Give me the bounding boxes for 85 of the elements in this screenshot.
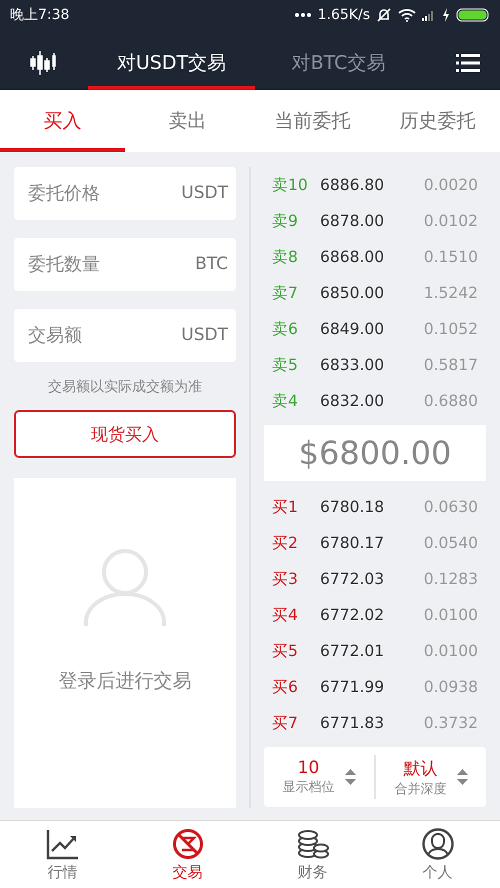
order-price: 6780.17	[320, 534, 386, 552]
chart-icon	[46, 828, 80, 860]
unit-label: USDT	[181, 325, 228, 345]
order-amount: 0.5817	[424, 356, 478, 374]
order-amount: 0.1052	[424, 320, 478, 338]
level-label: 买3	[272, 568, 299, 590]
order-price: 6772.02	[320, 606, 386, 624]
level-label: 卖6	[272, 318, 299, 340]
nav-item[interactable]: 交易	[125, 821, 250, 888]
level-label: 买5	[272, 640, 299, 662]
order-price: 6878.00	[320, 212, 386, 230]
level-label: 卖4	[272, 390, 299, 412]
selector-value: 10	[298, 758, 320, 778]
nav-item[interactable]: 个人	[375, 821, 500, 888]
clock-time: 晚上7:38	[10, 6, 70, 24]
level-label: 买1	[272, 496, 299, 518]
order-price: 6886.80	[320, 176, 386, 194]
trade-tab[interactable]: 历史委托	[375, 90, 500, 152]
order-price: 6833.00	[320, 356, 386, 374]
more-icon	[294, 12, 312, 18]
order-amount: 0.0540	[424, 534, 478, 552]
sort-arrows-icon	[344, 769, 356, 785]
battery-icon	[456, 8, 490, 22]
order-price: 6849.00	[320, 320, 386, 338]
order-amount: 0.0020	[424, 176, 478, 194]
signal-icon	[422, 9, 436, 21]
unit-label: USDT	[181, 183, 228, 203]
buy-button[interactable]: 现货买入	[14, 410, 236, 458]
nav-item[interactable]: 财务	[250, 821, 375, 888]
selector-label: 显示档位	[282, 779, 334, 796]
level-label: 卖7	[272, 282, 299, 304]
unit-label: BTC	[195, 254, 228, 274]
order-amount: 1.5242	[424, 284, 478, 302]
charging-icon	[442, 8, 450, 22]
nav-label: 行情	[48, 862, 78, 882]
depth-selector[interactable]: 默认 合并深度	[374, 755, 486, 799]
candlestick-icon[interactable]	[30, 50, 58, 76]
nav-item[interactable]: 行情	[0, 821, 125, 888]
level-label: 卖10	[272, 174, 309, 196]
last-price: $6800.00	[264, 425, 486, 481]
depth-selector[interactable]: 10 显示档位	[264, 747, 374, 807]
order-amount: 0.1283	[424, 570, 478, 588]
level-label: 买7	[272, 712, 299, 734]
order-amount: 0.0100	[424, 642, 478, 660]
trade-tab[interactable]: 买入	[0, 90, 125, 152]
wifi-icon	[398, 8, 416, 22]
order-amount: 0.0100	[424, 606, 478, 624]
menu-icon[interactable]	[456, 53, 480, 73]
market-tab[interactable]: 对BTC交易	[255, 36, 422, 90]
order-price: 6832.00	[320, 392, 386, 410]
order-amount: 0.0938	[424, 678, 478, 696]
trade-tab[interactable]: 卖出	[125, 90, 250, 152]
no-exchange-icon	[170, 828, 204, 860]
selector-label: 合并深度	[394, 780, 446, 798]
muted-bell-icon	[376, 7, 392, 23]
order-amount: 0.1510	[424, 248, 478, 266]
level-label: 卖8	[272, 246, 299, 268]
nav-label: 财务	[298, 862, 328, 882]
order-price: 6850.00	[320, 284, 386, 302]
order-amount: 0.6880	[424, 392, 478, 410]
order-price: 6868.00	[320, 248, 386, 266]
selector-value: 默认	[404, 758, 438, 780]
order-price: 6771.83	[320, 714, 386, 732]
level-label: 买4	[272, 604, 299, 626]
nav-label: 个人	[422, 862, 452, 882]
order-price: 6772.03	[320, 570, 386, 588]
level-label: 买2	[272, 532, 299, 554]
sort-arrows-icon	[456, 769, 468, 785]
order-price: 6772.01	[320, 642, 386, 660]
trade-tab[interactable]: 当前委托	[250, 90, 375, 152]
hint-text: 交易额以实际成交额为准	[47, 378, 203, 396]
coins-icon	[296, 828, 330, 860]
person-icon	[83, 548, 167, 626]
order-price: 6780.18	[320, 498, 386, 516]
order-amount: 0.3732	[424, 714, 478, 732]
level-label: 买6	[272, 676, 299, 698]
user-icon	[420, 828, 454, 860]
order-price: 6771.99	[320, 678, 386, 696]
order-amount: 0.0630	[424, 498, 478, 516]
nav-label: 交易	[172, 862, 202, 882]
network-speed: 1.65K/s	[318, 7, 370, 23]
login-prompt: 登录后进行交易	[58, 669, 192, 694]
order-amount: 0.0102	[424, 212, 478, 230]
level-label: 卖9	[272, 210, 299, 232]
level-label: 卖5	[272, 354, 299, 376]
